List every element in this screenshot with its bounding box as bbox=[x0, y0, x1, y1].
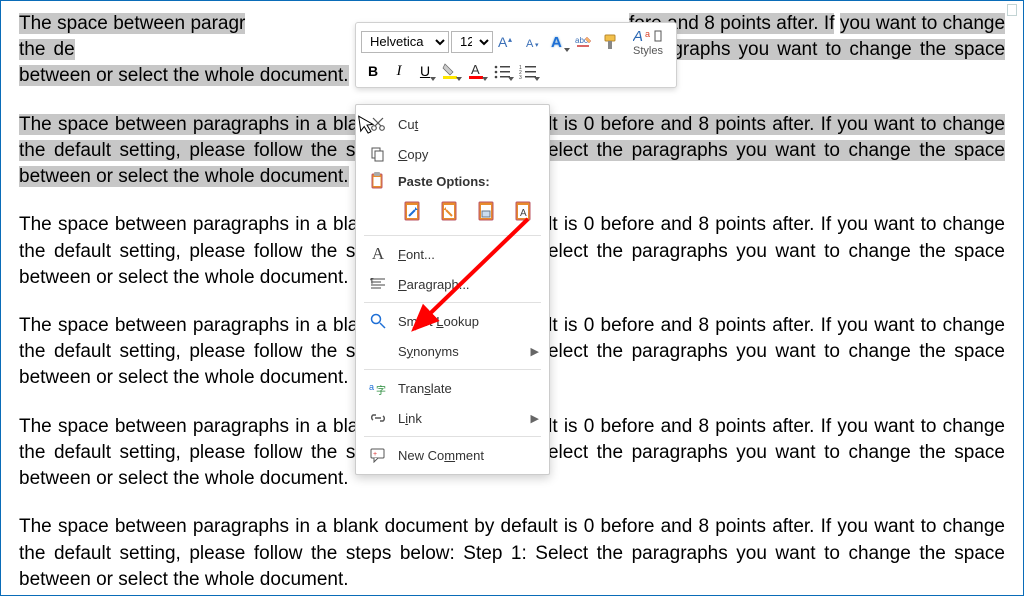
format-painter-button[interactable] bbox=[599, 31, 623, 53]
ruler-marker bbox=[1007, 4, 1017, 16]
mini-toolbar: Helvetica 12 A▴ A▾ A abc Aa Styles B I bbox=[355, 22, 677, 88]
svg-text:¶: ¶ bbox=[370, 278, 374, 285]
numbering-button[interactable]: 123 bbox=[517, 60, 541, 82]
chevron-right-icon: ▶ bbox=[531, 345, 539, 358]
paste-options-row: A bbox=[356, 193, 549, 232]
font-label: Font... bbox=[398, 247, 435, 262]
font-family-select[interactable]: Helvetica bbox=[361, 31, 449, 53]
separator bbox=[364, 436, 541, 437]
grow-font-button[interactable]: A▴ bbox=[495, 31, 519, 53]
bold-button[interactable]: B bbox=[361, 60, 385, 82]
separator bbox=[364, 235, 541, 236]
chevron-right-icon: ▶ bbox=[531, 412, 539, 425]
ctx-paragraph[interactable]: ¶ Paragraph... bbox=[356, 269, 549, 299]
svg-text:▴: ▴ bbox=[508, 35, 512, 44]
svg-text:abc: abc bbox=[575, 36, 588, 45]
svg-text:A: A bbox=[498, 34, 508, 50]
ctx-cut[interactable]: Cut bbox=[356, 109, 549, 139]
paragraph-6[interactable]: The space between paragraphs in a blank … bbox=[19, 514, 1005, 593]
ctx-link[interactable]: Link ▶ bbox=[356, 403, 549, 433]
paste-text-only[interactable]: A bbox=[510, 196, 539, 226]
clear-formatting-button[interactable]: abc bbox=[573, 31, 597, 53]
search-icon bbox=[366, 313, 390, 329]
paste-picture[interactable] bbox=[473, 196, 502, 226]
ctx-font[interactable]: A Font... bbox=[356, 239, 549, 269]
synonyms-label: Synonyms bbox=[398, 344, 459, 359]
svg-text:A: A bbox=[471, 62, 480, 77]
comment-icon: + bbox=[366, 447, 390, 463]
shrink-font-button[interactable]: A▾ bbox=[521, 31, 545, 53]
font-color-button[interactable]: A bbox=[465, 60, 489, 82]
svg-text:A: A bbox=[526, 38, 534, 50]
svg-text:A: A bbox=[520, 208, 527, 219]
ctx-paste-header: Paste Options: bbox=[356, 169, 549, 193]
separator bbox=[364, 369, 541, 370]
paragraph-label: Paragraph... bbox=[398, 277, 470, 292]
svg-text:a: a bbox=[645, 29, 650, 39]
highlight-color-button[interactable] bbox=[439, 60, 463, 82]
copy-icon bbox=[366, 146, 390, 162]
copy-label: Copy bbox=[398, 147, 428, 162]
translate-icon: a字 bbox=[366, 380, 390, 396]
underline-button[interactable]: U bbox=[413, 60, 437, 82]
translate-label: Translate bbox=[398, 381, 452, 396]
svg-text:▾: ▾ bbox=[535, 42, 539, 49]
font-size-select[interactable]: 12 bbox=[451, 31, 493, 53]
p6-text: The space between paragraphs in a blank … bbox=[19, 516, 1005, 589]
paste-merge-formatting[interactable] bbox=[435, 196, 464, 226]
link-icon bbox=[366, 410, 390, 426]
new-comment-label: New Comment bbox=[398, 448, 484, 463]
clipboard-icon bbox=[366, 172, 390, 190]
svg-text:字: 字 bbox=[376, 384, 386, 396]
smart-lookup-label: Smart Lookup bbox=[398, 314, 479, 329]
separator bbox=[364, 302, 541, 303]
svg-text:A: A bbox=[633, 28, 643, 45]
bullets-button[interactable] bbox=[491, 60, 515, 82]
italic-button[interactable]: I bbox=[387, 60, 411, 82]
paste-keep-source[interactable] bbox=[398, 196, 427, 226]
ctx-copy[interactable]: Copy bbox=[356, 139, 549, 169]
svg-text:a: a bbox=[369, 382, 374, 392]
ctx-new-comment[interactable]: + New Comment bbox=[356, 440, 549, 470]
svg-text:3: 3 bbox=[519, 75, 522, 79]
font-a-icon: A bbox=[366, 244, 390, 264]
styles-button[interactable]: Aa bbox=[631, 26, 665, 46]
cut-label: Cut bbox=[398, 117, 418, 132]
ctx-smart-lookup[interactable]: Smart Lookup bbox=[356, 306, 549, 336]
p1-text-a: The space between paragr bbox=[19, 13, 245, 34]
ctx-translate[interactable]: a字 Translate bbox=[356, 373, 549, 403]
cursor-icon bbox=[358, 113, 379, 137]
paste-options-label: Paste Options: bbox=[398, 174, 539, 189]
styles-label: Styles bbox=[633, 45, 663, 57]
svg-text:A: A bbox=[551, 34, 562, 51]
text-effects-button[interactable]: A bbox=[547, 31, 571, 53]
context-menu: Cut Copy Paste Options: A A Font... ¶ Pa… bbox=[355, 104, 550, 475]
link-label: Link bbox=[398, 411, 422, 426]
svg-text:+: + bbox=[373, 451, 377, 458]
ctx-synonyms[interactable]: Synonyms ▶ bbox=[356, 336, 549, 366]
paragraph-icon: ¶ bbox=[366, 276, 390, 292]
